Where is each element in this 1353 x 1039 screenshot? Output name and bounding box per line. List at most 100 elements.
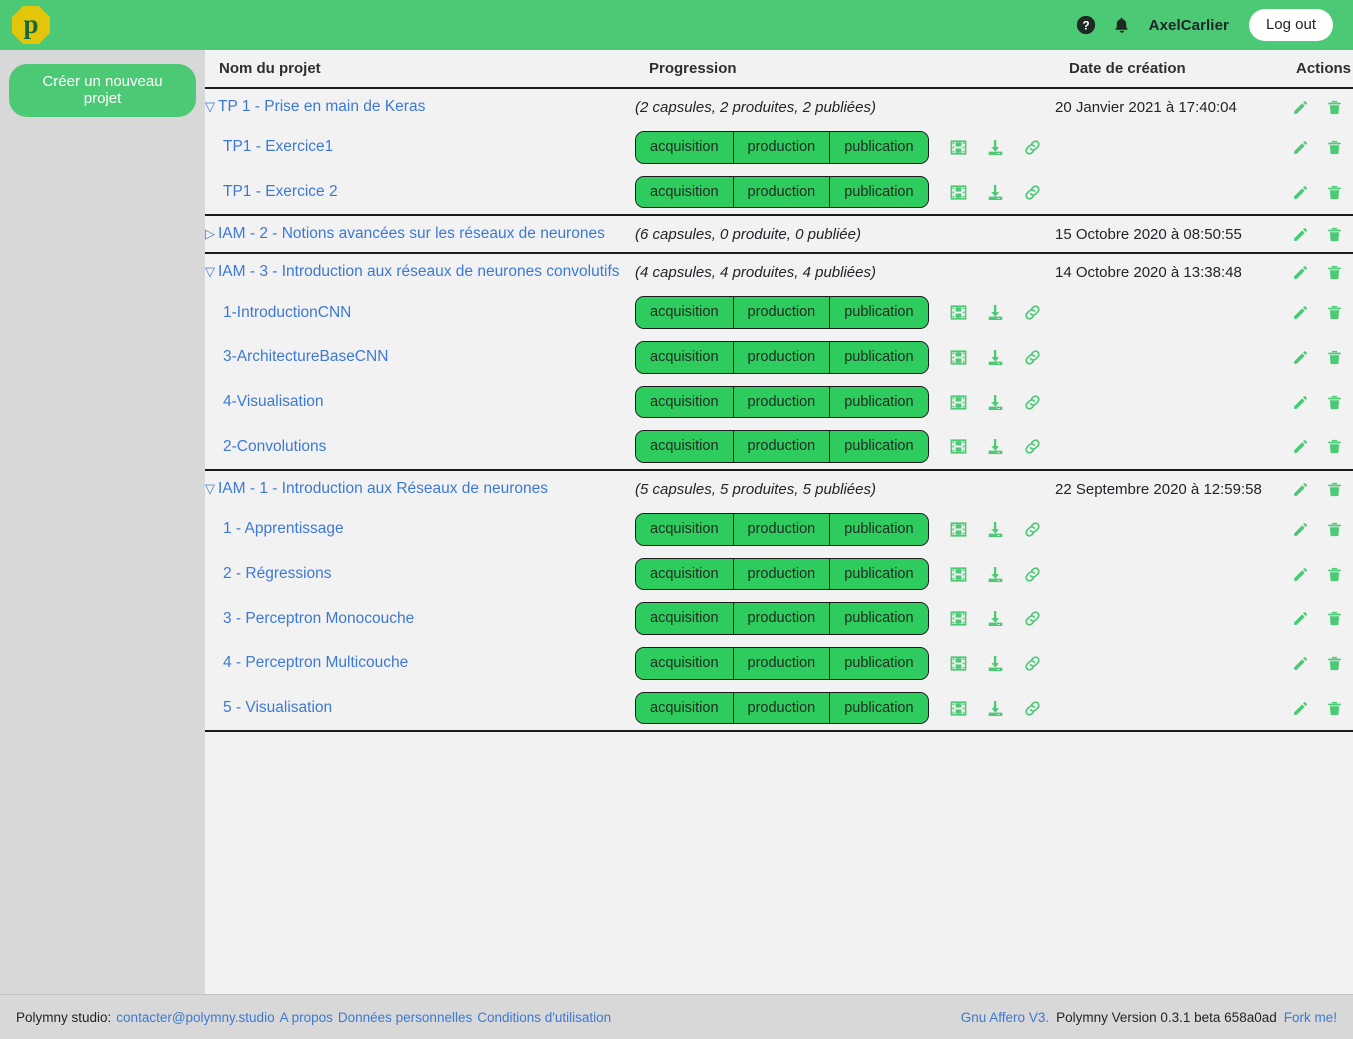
- badge-production[interactable]: production: [733, 176, 831, 208]
- help-circle-icon[interactable]: ?: [1075, 14, 1097, 36]
- badge-production[interactable]: production: [733, 297, 831, 329]
- badge-acquisition[interactable]: acquisition: [636, 603, 734, 635]
- badge-production[interactable]: production: [733, 692, 831, 724]
- footer-about-link[interactable]: A propos: [280, 1010, 333, 1025]
- capsule-name-link[interactable]: TP1 - Exercice 2: [223, 183, 338, 200]
- project-toggle-expanded-icon[interactable]: ▽: [205, 99, 215, 115]
- badge-production[interactable]: production: [733, 342, 831, 373]
- download-icon[interactable]: [986, 564, 1006, 584]
- badge-production[interactable]: production: [733, 603, 831, 635]
- capsule-name-link[interactable]: 1 - Apprentissage: [223, 520, 344, 537]
- trash-icon[interactable]: [1325, 699, 1343, 717]
- pencil-icon[interactable]: [1291, 565, 1309, 583]
- badge-acquisition[interactable]: acquisition: [636, 386, 734, 418]
- pencil-icon[interactable]: [1291, 138, 1309, 156]
- badge-publication[interactable]: publication: [830, 603, 928, 635]
- film-icon[interactable]: [949, 698, 969, 718]
- badge-production[interactable]: production: [733, 431, 831, 463]
- trash-icon[interactable]: [1325, 183, 1343, 201]
- link-icon[interactable]: [1023, 137, 1043, 157]
- trash-icon[interactable]: [1325, 654, 1343, 672]
- download-icon[interactable]: [986, 698, 1006, 718]
- trash-icon[interactable]: [1325, 610, 1343, 628]
- film-icon[interactable]: [949, 137, 969, 157]
- badge-publication[interactable]: publication: [830, 342, 928, 373]
- polymny-logo[interactable]: p: [12, 6, 50, 44]
- pencil-icon[interactable]: [1291, 393, 1309, 411]
- film-icon[interactable]: [949, 392, 969, 412]
- badge-production[interactable]: production: [733, 132, 831, 163]
- capsule-name-link[interactable]: 2 - Régressions: [223, 565, 332, 582]
- capsule-name-link[interactable]: 3-ArchitectureBaseCNN: [223, 348, 388, 365]
- download-icon[interactable]: [986, 182, 1006, 202]
- trash-icon[interactable]: [1325, 438, 1343, 456]
- badge-acquisition[interactable]: acquisition: [636, 558, 734, 590]
- trash-icon[interactable]: [1325, 480, 1343, 498]
- badge-production[interactable]: production: [733, 386, 831, 418]
- download-icon[interactable]: [986, 653, 1006, 673]
- project-toggle-collapsed-icon[interactable]: ▷: [205, 226, 215, 242]
- pencil-icon[interactable]: [1291, 520, 1309, 538]
- download-icon[interactable]: [986, 437, 1006, 457]
- badge-publication[interactable]: publication: [830, 514, 928, 545]
- pencil-icon[interactable]: [1291, 304, 1309, 322]
- project-name-link[interactable]: IAM - 2 - Notions avancées sur les résea…: [218, 225, 605, 242]
- trash-icon[interactable]: [1325, 520, 1343, 538]
- download-icon[interactable]: [986, 137, 1006, 157]
- pencil-icon[interactable]: [1291, 98, 1309, 116]
- capsule-name-link[interactable]: 4-Visualisation: [223, 393, 324, 410]
- badge-production[interactable]: production: [733, 558, 831, 590]
- badge-publication[interactable]: publication: [830, 558, 928, 590]
- footer-contact-link[interactable]: contacter@polymny.studio: [116, 1010, 274, 1025]
- footer-personal-data-link[interactable]: Données personnelles: [338, 1010, 472, 1025]
- project-name-link[interactable]: IAM - 3 - Introduction aux réseaux de ne…: [218, 263, 620, 280]
- badge-acquisition[interactable]: acquisition: [636, 692, 734, 724]
- link-icon[interactable]: [1023, 564, 1043, 584]
- film-icon[interactable]: [949, 437, 969, 457]
- link-icon[interactable]: [1023, 347, 1043, 367]
- film-icon[interactable]: [949, 303, 969, 323]
- download-icon[interactable]: [986, 392, 1006, 412]
- badge-production[interactable]: production: [733, 648, 831, 679]
- capsule-name-link[interactable]: TP1 - Exercice1: [223, 138, 333, 155]
- project-name-link[interactable]: IAM - 1 - Introduction aux Réseaux de ne…: [218, 480, 548, 497]
- film-icon[interactable]: [949, 653, 969, 673]
- download-icon[interactable]: [986, 303, 1006, 323]
- trash-icon[interactable]: [1325, 138, 1343, 156]
- capsule-name-link[interactable]: 5 - Visualisation: [223, 699, 332, 716]
- trash-icon[interactable]: [1325, 263, 1343, 281]
- pencil-icon[interactable]: [1291, 480, 1309, 498]
- film-icon[interactable]: [949, 609, 969, 629]
- pencil-icon[interactable]: [1291, 654, 1309, 672]
- pencil-icon[interactable]: [1291, 610, 1309, 628]
- trash-icon[interactable]: [1325, 304, 1343, 322]
- badge-acquisition[interactable]: acquisition: [636, 514, 734, 545]
- link-icon[interactable]: [1023, 609, 1043, 629]
- badge-acquisition[interactable]: acquisition: [636, 176, 734, 208]
- download-icon[interactable]: [986, 609, 1006, 629]
- badge-publication[interactable]: publication: [830, 648, 928, 679]
- footer-license-link[interactable]: Gnu Affero V3.: [961, 1010, 1049, 1025]
- badge-publication[interactable]: publication: [830, 692, 928, 724]
- link-icon[interactable]: [1023, 437, 1043, 457]
- badge-production[interactable]: production: [733, 514, 831, 545]
- download-icon[interactable]: [986, 519, 1006, 539]
- badge-acquisition[interactable]: acquisition: [636, 431, 734, 463]
- film-icon[interactable]: [949, 182, 969, 202]
- badge-publication[interactable]: publication: [830, 386, 928, 418]
- link-icon[interactable]: [1023, 519, 1043, 539]
- trash-icon[interactable]: [1325, 225, 1343, 243]
- project-toggle-expanded-icon[interactable]: ▽: [205, 481, 215, 497]
- pencil-icon[interactable]: [1291, 183, 1309, 201]
- bell-icon[interactable]: [1111, 14, 1133, 36]
- link-icon[interactable]: [1023, 698, 1043, 718]
- trash-icon[interactable]: [1325, 98, 1343, 116]
- badge-publication[interactable]: publication: [830, 132, 928, 163]
- pencil-icon[interactable]: [1291, 348, 1309, 366]
- film-icon[interactable]: [949, 347, 969, 367]
- link-icon[interactable]: [1023, 303, 1043, 323]
- pencil-icon[interactable]: [1291, 225, 1309, 243]
- logout-button[interactable]: Log out: [1248, 8, 1333, 42]
- capsule-name-link[interactable]: 4 - Perceptron Multicouche: [223, 654, 408, 671]
- badge-acquisition[interactable]: acquisition: [636, 132, 734, 163]
